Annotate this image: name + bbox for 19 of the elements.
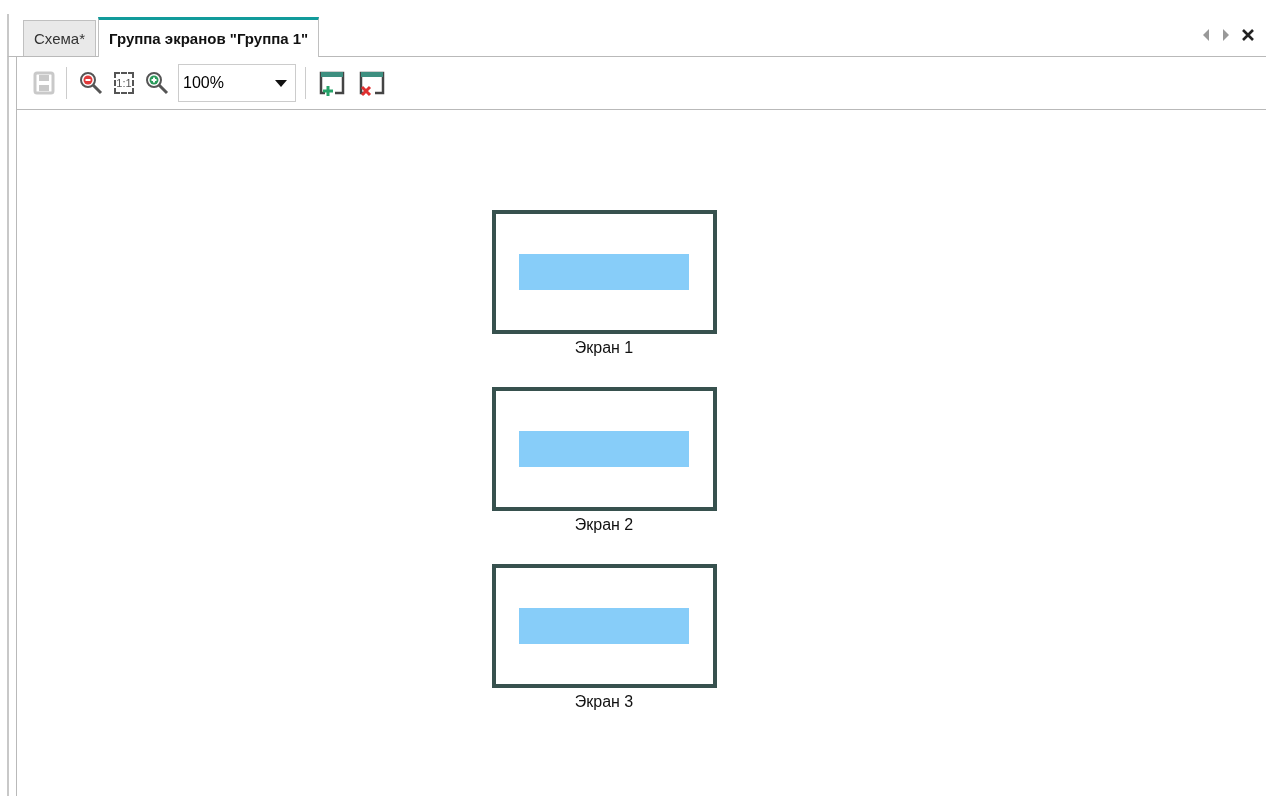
scroll-left-icon[interactable] <box>1202 29 1210 41</box>
zoom-dropdown[interactable]: 100% <box>178 64 296 102</box>
screen-thumbnail[interactable] <box>491 564 717 688</box>
zoom-in-icon <box>144 70 170 96</box>
remove-screen-icon <box>357 69 387 97</box>
add-screen-icon <box>317 69 347 97</box>
dropdown-caret-icon <box>275 79 287 87</box>
screen-thumbnail[interactable] <box>491 210 717 334</box>
scroll-right-icon[interactable] <box>1222 29 1230 41</box>
screen-label: Экран 2 <box>574 516 634 535</box>
screen-label: Экран 3 <box>574 693 634 712</box>
screen-label: Экран 1 <box>574 339 634 358</box>
save-icon <box>33 71 55 95</box>
tab[interactable]: Группа экранов "Группа 1" <box>98 17 320 57</box>
actual-size-button[interactable]: 1:1 <box>112 70 136 96</box>
zoom-out-icon <box>78 70 104 96</box>
screen-thumbnail[interactable] <box>491 387 717 511</box>
close-icon[interactable] <box>1242 29 1254 41</box>
tab[interactable]: Схема* <box>23 20 96 56</box>
